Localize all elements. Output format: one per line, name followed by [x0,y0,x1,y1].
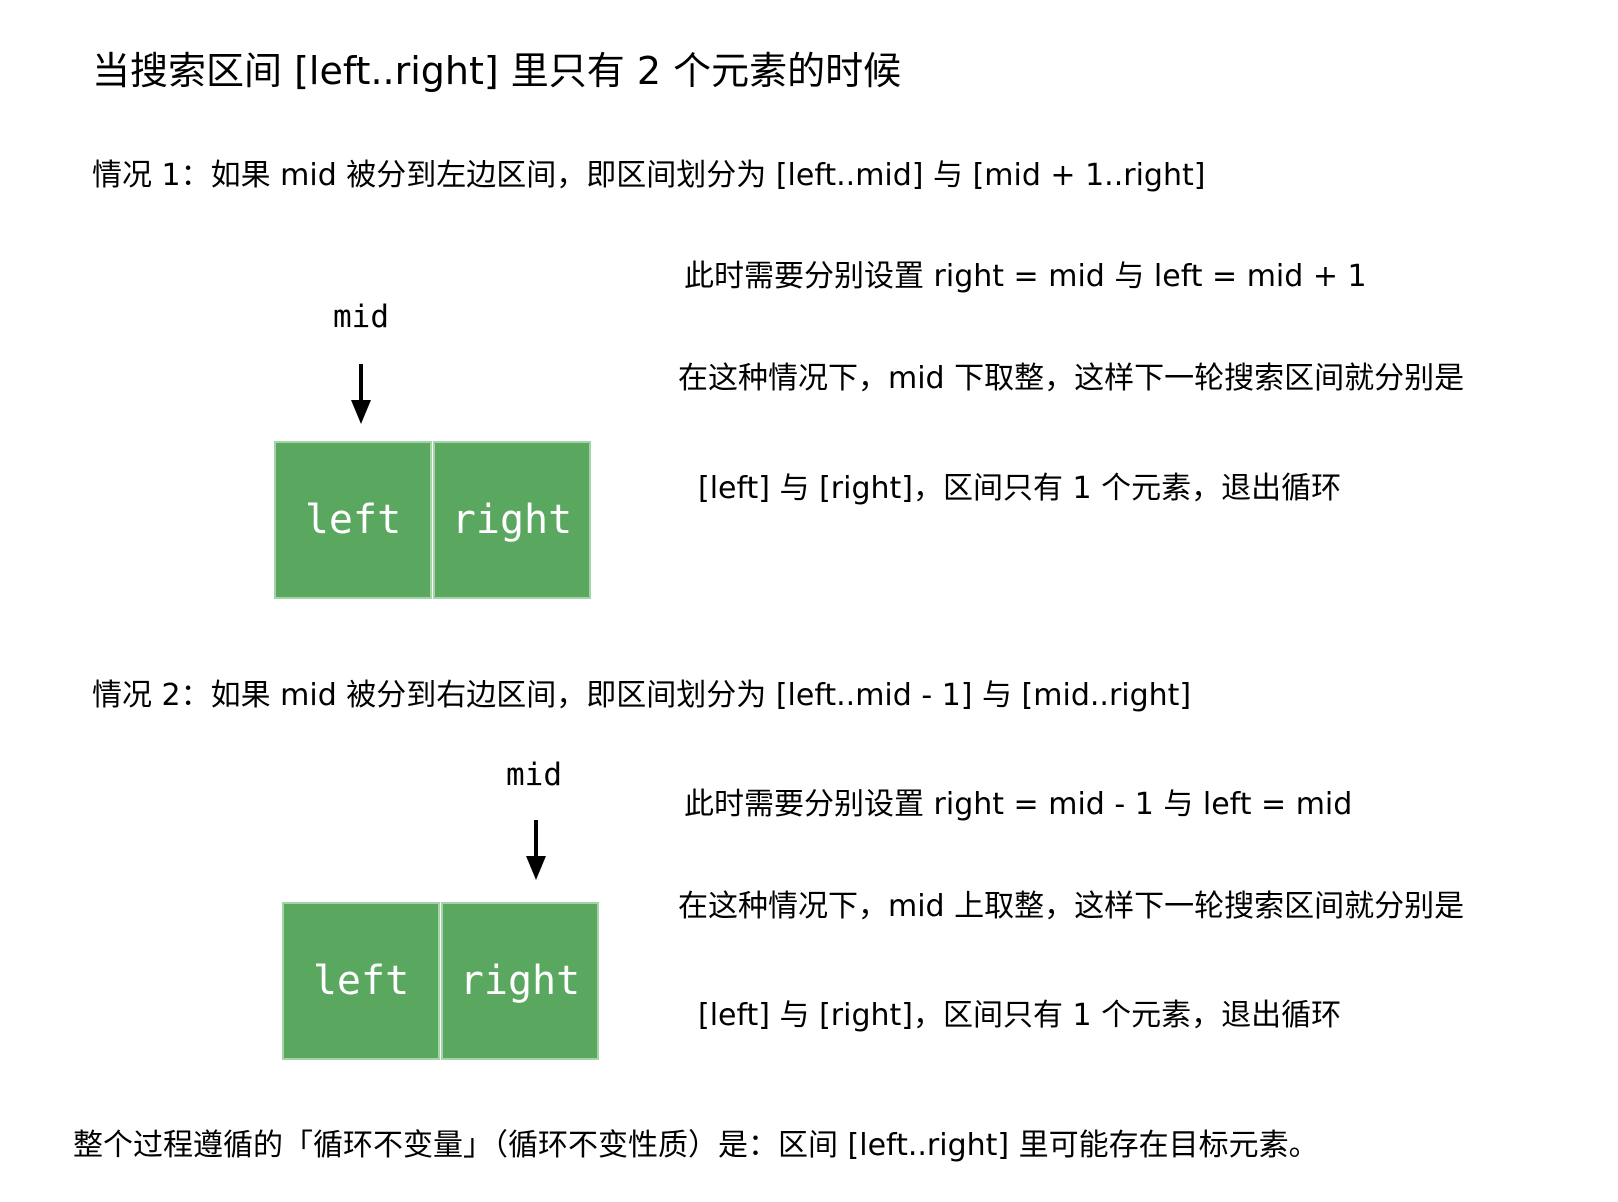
case2-array: left right [282,902,599,1060]
case1-mid-label: mid [333,299,389,335]
case1-line-3: [left] 与 [right]，区间只有 1 个元素，退出循环 [698,471,1342,506]
case1-line-1: 此时需要分别设置 right = mid 与 left = mid + 1 [684,259,1367,294]
case2-line-1: 此时需要分别设置 right = mid - 1 与 left = mid [684,787,1353,822]
loop-invariant-note: 整个过程遵循的「循环不变量」（循环不变性质）是：区间 [left..right]… [73,1128,1319,1163]
case2-mid-label: mid [506,757,562,793]
case2-heading: 情况 2：如果 mid 被分到右边区间，即区间划分为 [left..mid - … [92,678,1192,713]
case1-array: left right [274,441,591,599]
case2-cell-right: right [441,902,599,1060]
case2-line-3: [left] 与 [right]，区间只有 1 个元素，退出循环 [698,998,1342,1033]
case2-cell-left: left [282,902,440,1060]
case1-down-arrow-icon [351,364,371,424]
case1-cell-right: right [433,441,591,599]
case2-down-arrow-icon [526,820,546,880]
case1-line-2: 在这种情况下，mid 下取整，这样下一轮搜索区间就分别是 [678,361,1465,396]
case1-cell-left: left [274,441,432,599]
case1-heading: 情况 1：如果 mid 被分到左边区间，即区间划分为 [left..mid] 与… [92,158,1206,193]
case2-line-2: 在这种情况下，mid 上取整，这样下一轮搜索区间就分别是 [678,889,1465,924]
diagram-title: 当搜索区间 [left..right] 里只有 2 个元素的时候 [92,49,902,93]
